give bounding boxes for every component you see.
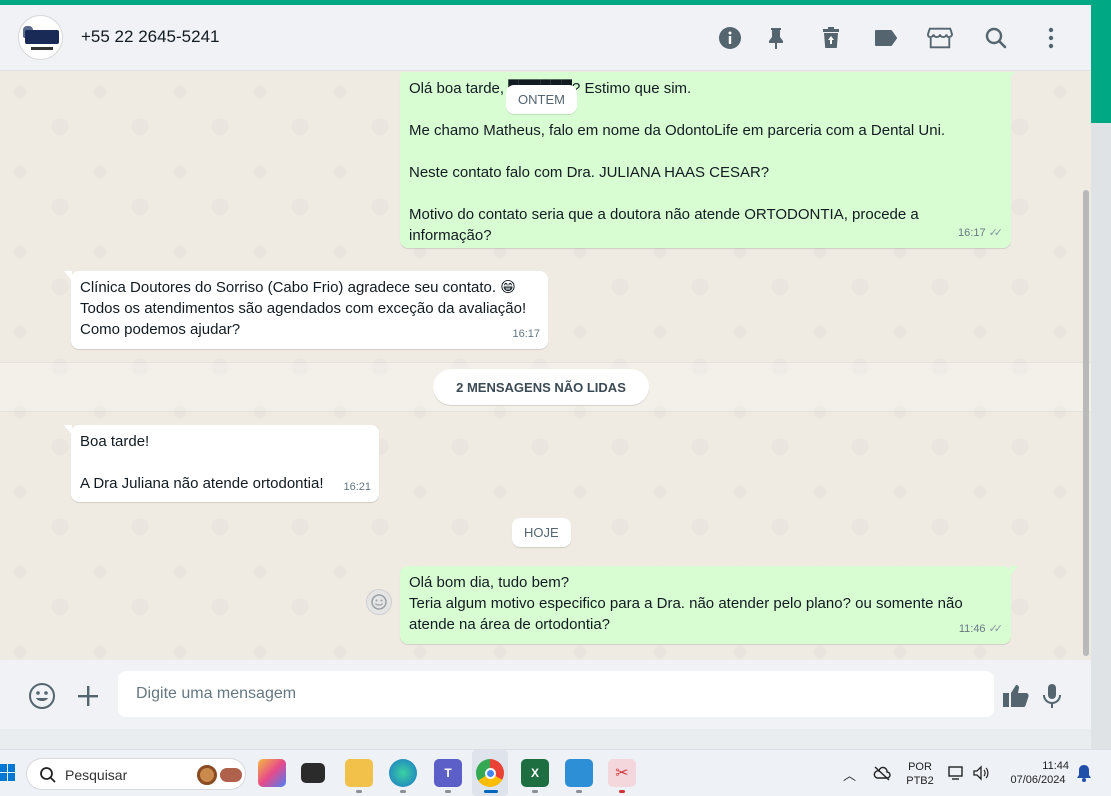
notepad-icon[interactable] (565, 759, 593, 787)
bubble-tail (64, 425, 72, 435)
brand-logo-subtext (31, 47, 53, 50)
clock[interactable]: 11:44 07/06/2024 (1004, 759, 1072, 787)
bubble-tail (64, 271, 72, 281)
taskbar-search-label: Pesquisar (65, 767, 128, 783)
message-text: Clínica Doutores do Sorriso (Cabo Frio) … (80, 279, 527, 338)
delete-icon[interactable] (818, 25, 844, 51)
message-bubble-outgoing[interactable]: Olá boa tarde, ██████? Estimo que sim. M… (400, 72, 1018, 248)
double-check-icon: ✓✓ (988, 623, 1004, 635)
onedrive-offline-icon[interactable] (873, 765, 891, 786)
message-meta: 16:17 ✓✓ (958, 223, 1003, 244)
thumbs-up-icon (1003, 685, 1029, 707)
bubble-tail (1010, 566, 1018, 576)
window-edge (1091, 123, 1111, 749)
react-emoji-button[interactable] (366, 589, 392, 615)
menu-icon[interactable] (1038, 25, 1064, 51)
clock-date: 07/06/2024 (1010, 774, 1066, 786)
taskbar-search[interactable]: Pesquisar (26, 758, 246, 790)
windows-taskbar: Pesquisar T X ✂ ︿ POR PTB2 11:44 07/06/2… (0, 749, 1111, 796)
window-accent-bar-right (1091, 0, 1111, 123)
emoji-icon (29, 683, 55, 709)
snipping-tool-icon[interactable]: ✂ (608, 759, 636, 787)
attach-button[interactable] (74, 682, 102, 710)
message-input[interactable] (118, 671, 994, 717)
thumbs-up-button[interactable] (1002, 682, 1030, 710)
contact-name[interactable]: +55 22 2645-5241 (81, 27, 220, 47)
chrome-icon[interactable] (476, 759, 504, 787)
microphone-button[interactable] (1038, 682, 1066, 710)
smiley-icon (371, 594, 387, 610)
label-icon[interactable] (873, 25, 899, 51)
chrome-center (484, 767, 496, 779)
chat-header: +55 22 2645-5241 (0, 5, 1091, 71)
message-time: 16:21 (343, 481, 371, 493)
whatsapp-window: +55 22 2645-5241 Olá boa tarde, ██████? … (0, 5, 1091, 729)
message-text: Olá bom dia, tudo bem? Teria algum motiv… (409, 574, 963, 633)
copilot-icon[interactable] (258, 759, 286, 787)
chat-scrollbar[interactable] (1083, 190, 1089, 656)
edge-icon[interactable] (389, 759, 417, 787)
app-running-indicator (532, 790, 538, 793)
clock-time: 11:44 (1042, 760, 1069, 772)
pin-icon[interactable] (763, 25, 789, 51)
double-check-icon: ✓✓ (988, 227, 1004, 239)
app-active-indicator (484, 790, 498, 793)
app-running-indicator (400, 790, 406, 793)
message-meta: 16:21 (343, 477, 371, 498)
message-text: Boa tarde! A Dra Juliana não atende orto… (80, 433, 324, 492)
unread-messages-banner: 2 MENSAGENS NÃO LIDAS (433, 369, 649, 405)
donut-icon (197, 765, 217, 785)
message-bubble-incoming[interactable]: Boa tarde! A Dra Juliana não atende orto… (64, 425, 379, 502)
search-icon[interactable] (983, 25, 1009, 51)
message-bubble-outgoing[interactable]: Olá bom dia, tudo bem? Teria algum motiv… (400, 566, 1018, 644)
info-icon[interactable] (717, 25, 743, 51)
windows-start-icon[interactable] (0, 764, 16, 782)
message-time: 16:17 (958, 227, 986, 239)
language-code: POR (908, 761, 932, 773)
show-hidden-icons-chevron-icon[interactable]: ︿ (843, 765, 856, 784)
scissors-glyph: ✂ (615, 765, 629, 782)
emoji-button[interactable] (28, 682, 56, 710)
bubble-tail (1010, 72, 1018, 78)
app-running-indicator (445, 790, 451, 793)
message-meta: 11:46 ✓✓ (959, 619, 1003, 640)
notification-bell-icon[interactable] (1076, 764, 1092, 787)
file-explorer-icon[interactable] (345, 759, 373, 787)
avatar[interactable] (18, 15, 63, 60)
keyboard-layout: PTB2 (906, 775, 934, 787)
teams-icon[interactable]: T (434, 759, 462, 787)
plus-icon (78, 686, 98, 706)
date-label-today: HOJE (512, 518, 571, 547)
snack-icon (220, 768, 242, 782)
message-composer (0, 660, 1091, 729)
volume-icon[interactable] (972, 765, 990, 786)
microphone-icon (1043, 684, 1061, 708)
app-running-indicator (356, 790, 362, 793)
message-time: 11:46 (958, 623, 986, 635)
language-indicator[interactable]: POR PTB2 (904, 760, 936, 788)
excel-icon[interactable]: X (521, 759, 549, 787)
search-icon (40, 767, 56, 783)
app-running-indicator (619, 790, 625, 793)
date-label-yesterday: ONTEM (506, 85, 577, 114)
task-view-icon[interactable] (301, 763, 325, 783)
app-running-indicator (576, 790, 582, 793)
message-time: 16:17 (512, 328, 540, 340)
chat-area[interactable]: Olá boa tarde, ██████? Estimo que sim. M… (0, 72, 1091, 660)
brand-logo (25, 30, 59, 44)
message-bubble-incoming[interactable]: Clínica Doutores do Sorriso (Cabo Frio) … (64, 271, 548, 349)
message-meta: 16:17 (512, 324, 540, 345)
message-text: Olá boa tarde, ██████? Estimo que sim. M… (409, 80, 946, 244)
network-icon[interactable] (948, 765, 966, 786)
store-icon[interactable] (927, 25, 953, 51)
